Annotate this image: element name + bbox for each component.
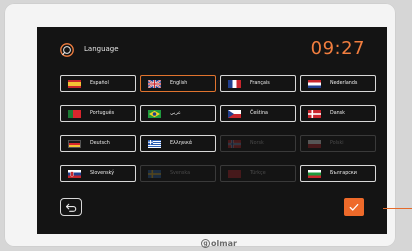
language-label: Български bbox=[330, 171, 357, 176]
language-button-danish[interactable]: Dansk bbox=[300, 105, 376, 122]
language-label: Nederlands bbox=[330, 81, 358, 86]
language-label: Português bbox=[90, 111, 115, 116]
language-button-swedish[interactable]: Svenska bbox=[140, 165, 216, 182]
language-icon bbox=[60, 43, 74, 57]
language-label: Español bbox=[90, 81, 109, 86]
logo-g-icon: g bbox=[201, 238, 210, 248]
brand-name: olmar bbox=[211, 238, 237, 248]
language-label: Slovenský bbox=[90, 171, 115, 176]
flag-france-icon bbox=[228, 79, 241, 88]
language-label: عربي bbox=[170, 111, 181, 116]
flag-slovakia-icon bbox=[68, 169, 81, 178]
flag-denmark-icon bbox=[308, 109, 321, 118]
language-button-greek[interactable]: Ελληνικά bbox=[140, 135, 216, 152]
language-button-bulgarian[interactable]: Български bbox=[300, 165, 376, 182]
language-button-dutch[interactable]: Nederlands bbox=[300, 75, 376, 92]
language-button-spanish[interactable]: Español bbox=[60, 75, 136, 92]
language-label: Norsk bbox=[250, 141, 264, 146]
language-label: English bbox=[170, 81, 188, 86]
back-button[interactable] bbox=[60, 198, 82, 216]
language-label: Čeština bbox=[250, 111, 268, 116]
flag-norway-icon bbox=[228, 139, 241, 148]
brand-logo: g olmar bbox=[201, 237, 237, 249]
language-label: Deutsch bbox=[90, 141, 110, 146]
flag-poland-icon bbox=[308, 139, 321, 148]
flag-uk-icon bbox=[148, 79, 161, 88]
language-button-arabic[interactable]: عربي bbox=[140, 105, 216, 122]
language-button-norwegian[interactable]: Norsk bbox=[220, 135, 296, 152]
flag-portugal-icon bbox=[68, 109, 81, 118]
language-label: Dansk bbox=[330, 111, 345, 116]
flag-bulgaria-icon bbox=[308, 169, 321, 178]
flag-turkey-icon bbox=[228, 169, 241, 178]
language-label: Svenska bbox=[170, 171, 191, 176]
language-button-english[interactable]: English bbox=[140, 75, 216, 92]
language-label: Polski bbox=[330, 141, 344, 146]
device-panel: Language 09:27 Español English Français … bbox=[4, 3, 396, 249]
language-button-turkish[interactable]: Türkçe bbox=[220, 165, 296, 182]
language-label: Türkçe bbox=[250, 171, 266, 176]
language-button-french[interactable]: Français bbox=[220, 75, 296, 92]
back-arrow-icon bbox=[65, 203, 76, 212]
flag-greece-icon bbox=[148, 139, 161, 148]
flag-germany-icon bbox=[68, 139, 81, 148]
language-button-portuguese[interactable]: Português bbox=[60, 105, 136, 122]
language-label: Ελληνικά bbox=[170, 141, 193, 146]
flag-sweden-icon bbox=[148, 169, 161, 178]
flag-brazil-icon bbox=[148, 109, 161, 118]
language-button-polish[interactable]: Polski bbox=[300, 135, 376, 152]
clock: 09:27 bbox=[310, 38, 365, 59]
page-title: Language bbox=[84, 45, 119, 53]
language-button-slovak[interactable]: Slovenský bbox=[60, 165, 136, 182]
screen: Language 09:27 Español English Français … bbox=[37, 27, 387, 234]
language-button-czech[interactable]: Čeština bbox=[220, 105, 296, 122]
language-label: Français bbox=[250, 81, 270, 86]
flag-netherlands-icon bbox=[308, 79, 321, 88]
flag-spain-icon bbox=[68, 79, 81, 88]
checkmark-icon bbox=[349, 203, 359, 211]
callout-pointer-line bbox=[383, 208, 412, 209]
language-button-german[interactable]: Deutsch bbox=[60, 135, 136, 152]
flag-czech-icon bbox=[228, 109, 241, 118]
confirm-button[interactable] bbox=[344, 198, 364, 216]
